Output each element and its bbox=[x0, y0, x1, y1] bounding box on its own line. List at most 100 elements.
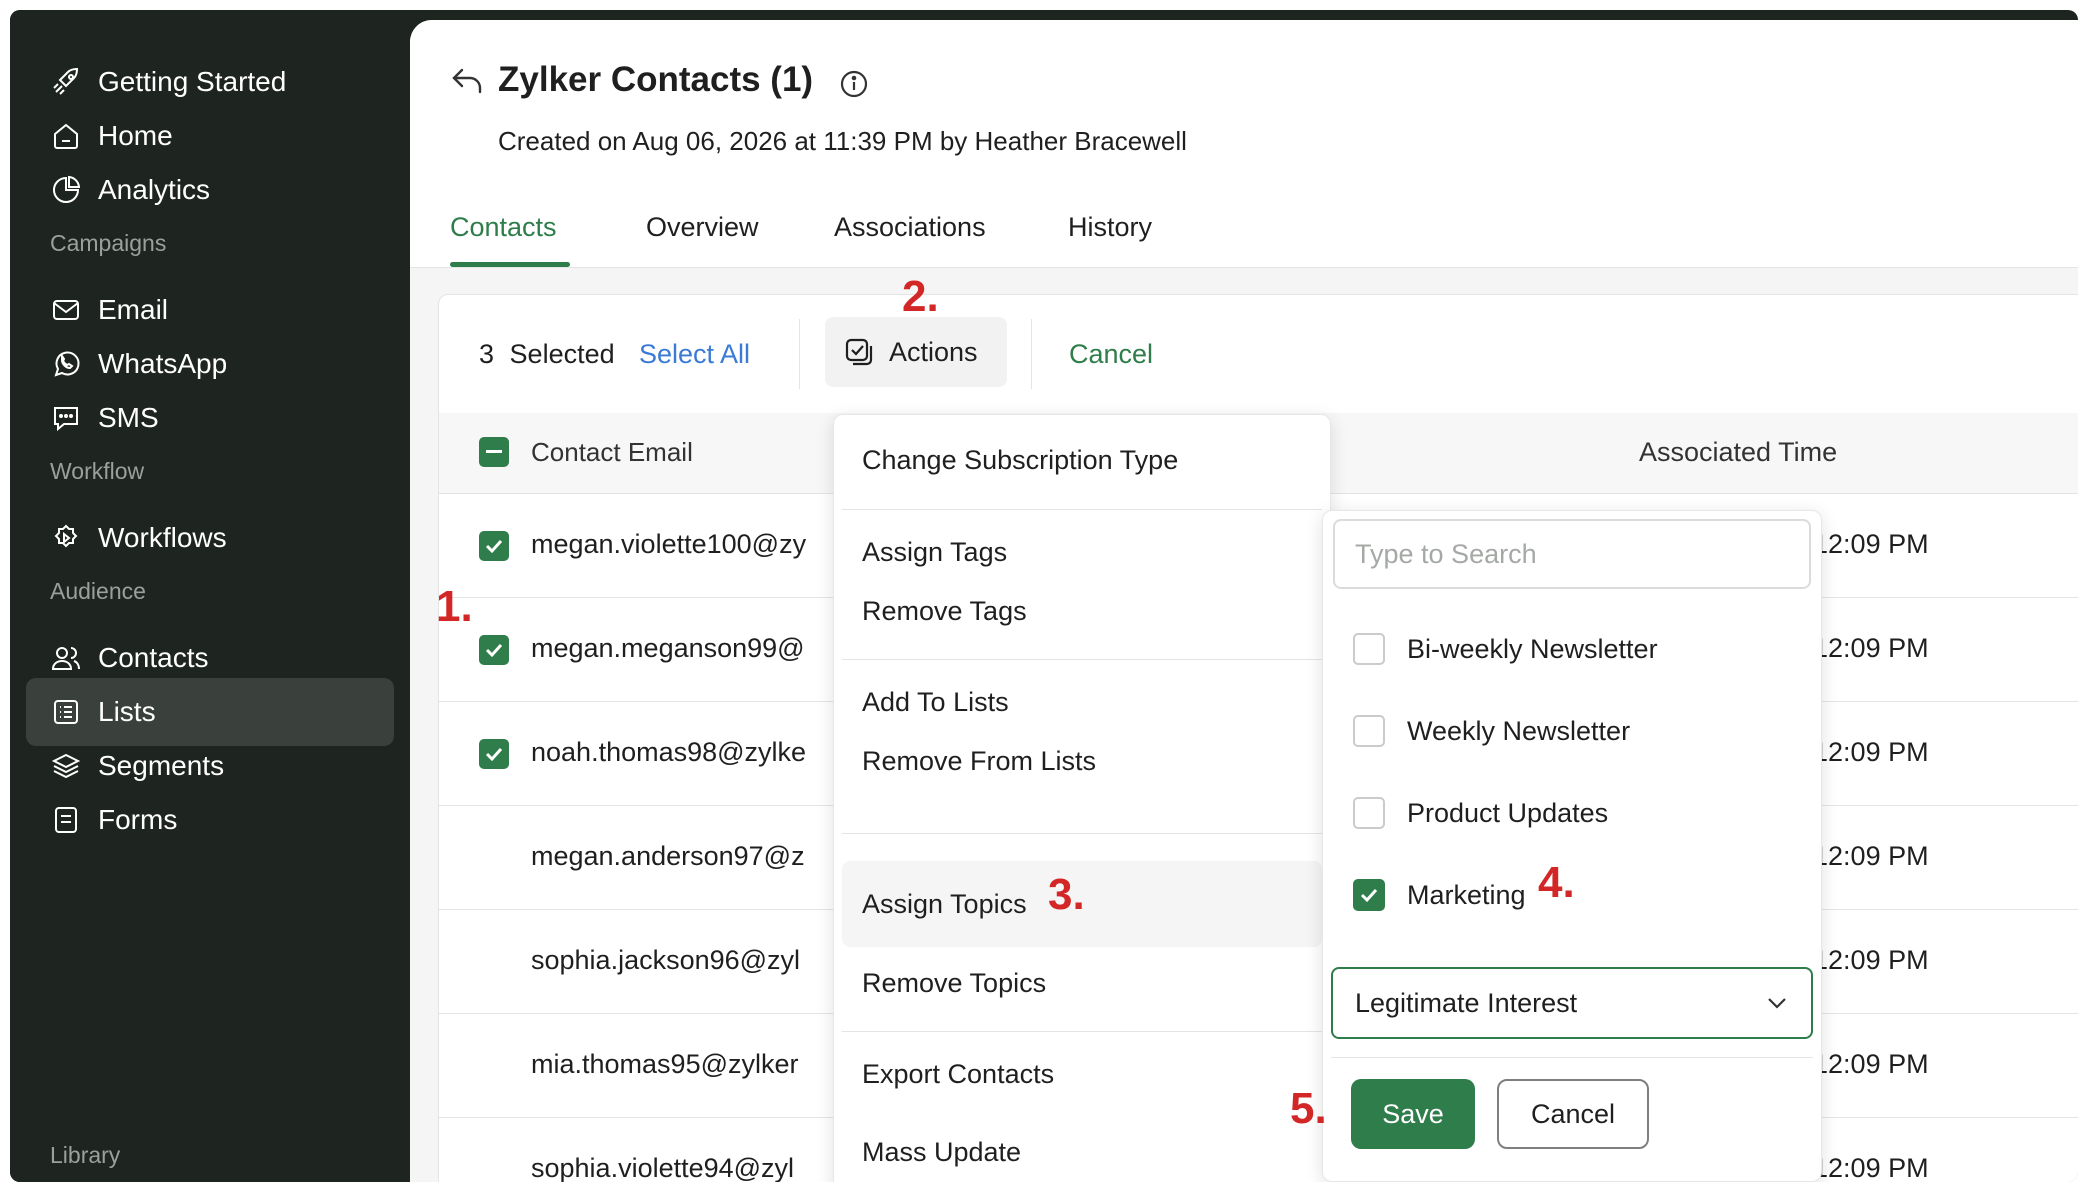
step-annotation-4: 4. bbox=[1538, 858, 1575, 907]
menu-item-mass-update[interactable]: Mass Update bbox=[862, 1137, 1021, 1168]
step-annotation-3: 3. bbox=[1048, 870, 1085, 919]
layers-icon bbox=[48, 748, 84, 784]
topic-checkbox[interactable] bbox=[1353, 633, 1385, 665]
sidebar-item-label: Workflows bbox=[98, 522, 227, 553]
topic-search-input[interactable] bbox=[1333, 519, 1811, 589]
step-annotation-2: 2. bbox=[902, 272, 939, 321]
whatsapp-icon bbox=[48, 346, 84, 382]
contact-email: sophia.violette94@zyl bbox=[531, 1153, 795, 1182]
sidebar-item-forms[interactable]: Forms bbox=[26, 786, 394, 854]
sidebar-item-label: SMS bbox=[98, 402, 159, 433]
list-icon bbox=[48, 694, 84, 730]
topic-option-weekly-newsletter[interactable]: Weekly Newsletter bbox=[1353, 713, 1630, 749]
topic-label: Product Updates bbox=[1407, 797, 1609, 828]
topic-option-product-updates[interactable]: Product Updates bbox=[1353, 795, 1608, 831]
menu-divider bbox=[842, 509, 1322, 510]
select-all-checkbox[interactable] bbox=[479, 437, 509, 467]
assign-topics-panel: Bi-weekly Newsletter Weekly Newsletter P… bbox=[1322, 510, 1822, 1182]
menu-item-add-to-lists[interactable]: Add To Lists bbox=[862, 687, 1009, 718]
users-icon bbox=[48, 640, 84, 676]
topic-option-bi-weekly-newsletter[interactable]: Bi-weekly Newsletter bbox=[1353, 631, 1658, 667]
chevron-down-icon bbox=[1765, 991, 1789, 1022]
tab-associations[interactable]: Associations bbox=[834, 212, 986, 243]
menu-item-assign-topics[interactable]: Assign Topics bbox=[862, 889, 1027, 920]
row-checkbox[interactable] bbox=[479, 635, 509, 665]
topic-option-marketing[interactable]: Marketing bbox=[1353, 877, 1526, 913]
panel-divider bbox=[1331, 1057, 1813, 1058]
sidebar-item-workflows[interactable]: Workflows bbox=[26, 504, 394, 572]
home-icon bbox=[48, 118, 84, 154]
step-annotation-5: 5. bbox=[1290, 1084, 1327, 1133]
sidebar-item-label: Analytics bbox=[98, 174, 211, 205]
selected-count: 3 Selected bbox=[479, 339, 615, 370]
checkbox-stack-icon bbox=[843, 336, 875, 368]
save-button[interactable]: Save bbox=[1351, 1079, 1475, 1149]
menu-divider bbox=[842, 1031, 1322, 1032]
actions-label: Actions bbox=[889, 336, 978, 367]
topic-label: Bi-weekly Newsletter bbox=[1407, 633, 1658, 664]
contact-email: megan.violette100@zy bbox=[531, 529, 807, 559]
selected-count-label: Selected bbox=[509, 339, 615, 369]
cancel-selection-link[interactable]: Cancel bbox=[1069, 339, 1153, 370]
sidebar-item-sms[interactable]: SMS bbox=[26, 384, 394, 452]
sidebar: Getting Started Home Analytics Campaigns… bbox=[10, 10, 410, 1182]
info-icon[interactable] bbox=[838, 68, 870, 105]
sidebar-item-label: Contacts bbox=[98, 642, 209, 673]
toolbar-divider bbox=[799, 319, 800, 389]
toolbar-divider bbox=[1031, 319, 1032, 389]
tab-history[interactable]: History bbox=[1068, 212, 1152, 243]
workflow-gear-icon bbox=[48, 520, 84, 556]
contact-email: noah.thomas98@zylke bbox=[531, 737, 807, 767]
step-annotation-1: 1. bbox=[436, 582, 473, 631]
processing-basis-select[interactable]: Legitimate Interest bbox=[1331, 967, 1813, 1039]
topic-label: Marketing bbox=[1407, 879, 1526, 910]
sidebar-section-campaigns: Campaigns bbox=[50, 230, 167, 256]
sidebar-item-analytics[interactable]: Analytics bbox=[26, 156, 394, 224]
menu-item-remove-from-lists[interactable]: Remove From Lists bbox=[862, 746, 1096, 777]
actions-dropdown-menu: Change Subscription Type Assign Tags Rem… bbox=[833, 414, 1331, 1182]
actions-button[interactable]: Actions bbox=[825, 317, 1007, 387]
column-header-associated-time[interactable]: Associated Time bbox=[1639, 437, 1837, 468]
rocket-icon bbox=[48, 64, 84, 100]
menu-item-assign-tags[interactable]: Assign Tags bbox=[862, 537, 1007, 568]
menu-divider bbox=[842, 659, 1322, 660]
row-checkbox[interactable] bbox=[479, 531, 509, 561]
contact-email: mia.thomas95@zylker bbox=[531, 1049, 799, 1079]
sidebar-section-workflow: Workflow bbox=[50, 458, 145, 484]
column-header-contact-email[interactable]: Contact Email bbox=[531, 437, 693, 468]
selected-count-number: 3 bbox=[479, 339, 495, 369]
topic-checkbox[interactable] bbox=[1353, 715, 1385, 747]
topic-checkbox[interactable] bbox=[1353, 879, 1385, 911]
sidebar-item-label: Segments bbox=[98, 750, 225, 781]
active-tab-indicator bbox=[450, 262, 570, 267]
row-checkbox[interactable] bbox=[479, 739, 509, 769]
chat-bubble-icon bbox=[48, 400, 84, 436]
tab-overview[interactable]: Overview bbox=[646, 212, 759, 243]
menu-item-remove-topics[interactable]: Remove Topics bbox=[862, 968, 1046, 999]
bulk-action-toolbar: 3 Selected Select All Actions Cancel bbox=[439, 295, 2078, 414]
envelope-icon bbox=[48, 292, 84, 328]
page-title: Zylker Contacts (1) bbox=[498, 60, 814, 99]
sidebar-item-label: Lists bbox=[98, 696, 156, 727]
topic-label: Weekly Newsletter bbox=[1407, 715, 1631, 746]
sidebar-item-label: Email bbox=[98, 294, 169, 325]
form-icon bbox=[48, 802, 84, 838]
cancel-button[interactable]: Cancel bbox=[1497, 1079, 1649, 1149]
sidebar-item-label: Home bbox=[98, 120, 173, 151]
contact-email: megan.meganson99@ bbox=[531, 633, 805, 663]
page-header: Zylker Contacts (1) Created on Aug 06, 2… bbox=[410, 20, 2078, 268]
sidebar-section-library: Library bbox=[50, 1142, 121, 1168]
topic-checkbox[interactable] bbox=[1353, 797, 1385, 829]
menu-item-export-contacts[interactable]: Export Contacts bbox=[862, 1059, 1054, 1090]
contact-email: megan.anderson97@z bbox=[531, 841, 805, 871]
sidebar-section-audience: Audience bbox=[50, 578, 146, 604]
menu-item-remove-tags[interactable]: Remove Tags bbox=[862, 596, 1027, 627]
back-arrow-icon[interactable] bbox=[450, 66, 484, 101]
processing-basis-value: Legitimate Interest bbox=[1355, 987, 1578, 1018]
sidebar-item-label: WhatsApp bbox=[98, 348, 228, 379]
tab-contacts[interactable]: Contacts bbox=[450, 212, 557, 243]
menu-item-change-subscription-type[interactable]: Change Subscription Type bbox=[862, 445, 1178, 476]
contact-email: sophia.jackson96@zyl bbox=[531, 945, 801, 975]
page-subtitle: Created on Aug 06, 2026 at 11:39 PM by H… bbox=[498, 126, 1187, 156]
select-all-link[interactable]: Select All bbox=[639, 339, 750, 370]
